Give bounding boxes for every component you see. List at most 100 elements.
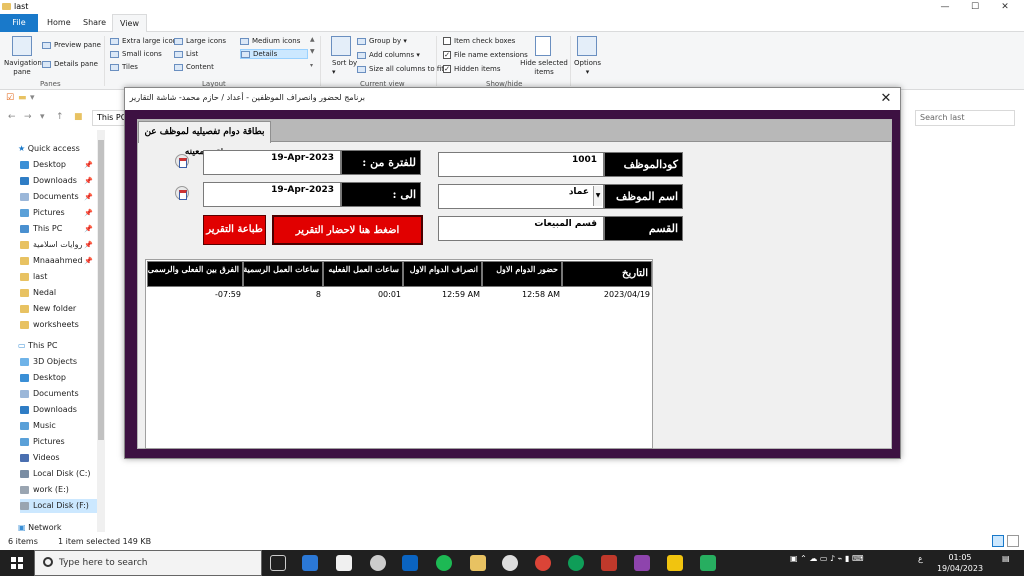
pin-icon[interactable]: 📌 bbox=[84, 158, 93, 172]
column-header-first-checkin[interactable]: حضور الدوام الاول bbox=[482, 261, 562, 287]
table-cell[interactable]: 00:01 bbox=[323, 290, 401, 302]
column-header-date[interactable]: التاريخ bbox=[562, 261, 652, 287]
start-button[interactable] bbox=[0, 550, 34, 576]
layout-content[interactable]: Content bbox=[174, 63, 214, 71]
hide-selected-button[interactable]: Hide selected items bbox=[520, 59, 568, 77]
layout-expand-icon[interactable]: ▾ bbox=[310, 62, 313, 69]
layout-tiles[interactable]: Tiles bbox=[110, 63, 138, 71]
nav-item-islamic-novels[interactable]: روايات اسلامية 📌 bbox=[20, 238, 97, 252]
quick-access-toolbar-icon[interactable]: ☑ bbox=[6, 93, 14, 103]
preview-pane-button[interactable]: Preview pane bbox=[42, 41, 101, 49]
employee-name-dropdown[interactable]: عماد bbox=[438, 184, 604, 209]
table-cell[interactable]: -07:59 bbox=[147, 290, 241, 302]
whatsapp-icon[interactable] bbox=[502, 555, 518, 571]
tab-home[interactable]: Home bbox=[40, 14, 78, 32]
attendance-grid[interactable]: التاريخ حضور الدوام الاول انصراف الدوام … bbox=[145, 259, 653, 449]
period-from-field[interactable]: 19-Apr-2023 bbox=[203, 150, 341, 175]
nav-quick-access[interactable]: ★ Quick access bbox=[18, 142, 80, 156]
item-check-boxes-toggle[interactable]: Item check boxes bbox=[443, 37, 515, 45]
mail-icon[interactable] bbox=[402, 555, 418, 571]
pin-icon[interactable]: 📌 bbox=[84, 206, 93, 220]
scrollbar-thumb[interactable] bbox=[98, 140, 104, 440]
dialog-close-button[interactable]: ✕ bbox=[878, 91, 894, 107]
edge-icon[interactable] bbox=[302, 555, 318, 571]
app-icon[interactable] bbox=[667, 555, 683, 571]
tab-view[interactable]: View bbox=[112, 14, 147, 32]
nav-item-pictures[interactable]: Pictures 📌 bbox=[20, 206, 97, 220]
tray-icons[interactable]: ▣ ⌃ ☁ ▭ ♪ ⌁ ▮ ⌨ bbox=[790, 554, 864, 563]
column-header-actual-hours[interactable]: ساعات العمل الفعليه bbox=[323, 261, 403, 287]
column-header-difference[interactable]: الفرق بين الفعلى والرسمى bbox=[147, 261, 243, 287]
nav-pc-videos[interactable]: Videos bbox=[20, 451, 97, 465]
layout-scroll-down-icon[interactable]: ▼ bbox=[310, 48, 315, 55]
visual-studio-icon[interactable] bbox=[634, 555, 650, 571]
nav-pc-3d-objects[interactable]: 3D Objects bbox=[20, 355, 97, 369]
calendar-icon[interactable] bbox=[175, 186, 189, 200]
settings-gear-icon[interactable] bbox=[370, 555, 386, 571]
nav-pc-local-disk-c[interactable]: Local Disk (C:) bbox=[20, 467, 97, 481]
nav-item-worksheets[interactable]: worksheets bbox=[20, 318, 97, 332]
pin-icon[interactable]: 📌 bbox=[84, 254, 93, 268]
calendar-icon[interactable] bbox=[175, 154, 189, 168]
notification-icon[interactable]: ▤ bbox=[1002, 554, 1010, 563]
forward-arrow-icon[interactable]: → bbox=[24, 112, 32, 122]
table-cell[interactable]: 12:58 AM bbox=[482, 290, 560, 302]
tab-file[interactable]: File bbox=[0, 14, 38, 32]
nav-item-this-pc[interactable]: This PC 📌 bbox=[20, 222, 97, 236]
nav-item-mnaaahmed[interactable]: Mnaaahmed 📌 bbox=[20, 254, 97, 268]
layout-large-icons[interactable]: Large icons bbox=[174, 37, 226, 45]
layout-small-icons[interactable]: Small icons bbox=[110, 50, 162, 58]
details-pane-button[interactable]: Details pane bbox=[42, 60, 98, 68]
table-cell[interactable]: 2023/04/19 bbox=[562, 290, 650, 302]
up-arrow-icon[interactable]: ↑ bbox=[56, 112, 64, 122]
nav-item-desktop[interactable]: Desktop 📌 bbox=[20, 158, 97, 172]
file-name-extensions-toggle[interactable]: ✓ File name extensions bbox=[443, 51, 528, 59]
show-report-button[interactable]: اضغط هنا لاحضار التقرير bbox=[272, 215, 423, 245]
options-button[interactable]: Options ▾ bbox=[574, 59, 601, 77]
nav-network[interactable]: ▣ Network bbox=[18, 521, 62, 535]
layout-medium-icons[interactable]: Medium icons bbox=[240, 37, 300, 45]
department-field[interactable]: قسم المبيعات bbox=[438, 216, 604, 241]
employee-code-field[interactable]: 1001 bbox=[438, 152, 604, 177]
sort-by-button[interactable]: Sort by ▾ bbox=[332, 59, 357, 77]
tab-share[interactable]: Share bbox=[76, 14, 113, 32]
nav-item-nedal[interactable]: Nedal bbox=[20, 286, 97, 300]
edge-dev-icon[interactable] bbox=[568, 555, 584, 571]
recent-locations-icon[interactable]: ▾ bbox=[40, 112, 45, 122]
nav-pc-pictures[interactable]: Pictures bbox=[20, 435, 97, 449]
hidden-items-toggle[interactable]: ✓ Hidden items bbox=[443, 65, 501, 73]
file-explorer-icon[interactable] bbox=[470, 555, 486, 571]
nav-pc-downloads[interactable]: Downloads bbox=[20, 403, 97, 417]
column-header-first-checkout[interactable]: انصراف الدوام الاول bbox=[403, 261, 482, 287]
nav-item-downloads[interactable]: Downloads 📌 bbox=[20, 174, 97, 188]
pin-icon[interactable]: 📌 bbox=[84, 190, 93, 204]
minimize-button[interactable]: — bbox=[930, 0, 960, 14]
powerpoint-icon[interactable] bbox=[601, 555, 617, 571]
search-input[interactable]: Search last bbox=[915, 110, 1015, 126]
close-button[interactable]: ✕ bbox=[990, 0, 1020, 14]
taskbar-search[interactable]: Type here to search bbox=[34, 550, 262, 576]
nav-pc-work-e[interactable]: work (E:) bbox=[20, 483, 97, 497]
table-cell[interactable]: 8 bbox=[243, 290, 321, 302]
nav-pane-scrollbar[interactable] bbox=[97, 130, 105, 532]
large-icons-view-icon[interactable] bbox=[1007, 535, 1019, 547]
chevron-down-icon[interactable]: ▼ bbox=[593, 186, 602, 206]
spotify-icon[interactable] bbox=[436, 555, 452, 571]
navigation-pane-button[interactable]: Navigation pane bbox=[4, 59, 42, 77]
maximize-button[interactable]: ☐ bbox=[960, 0, 990, 14]
store-icon[interactable] bbox=[336, 555, 352, 571]
nav-item-last[interactable]: last bbox=[20, 270, 97, 284]
task-view-icon[interactable] bbox=[270, 555, 286, 571]
input-language[interactable]: ع bbox=[918, 554, 923, 563]
nav-item-documents[interactable]: Documents 📌 bbox=[20, 190, 97, 204]
period-to-field[interactable]: 19-Apr-2023 bbox=[203, 182, 341, 207]
nav-pc-music[interactable]: Music bbox=[20, 419, 97, 433]
layout-details[interactable]: Details bbox=[240, 49, 308, 59]
nav-pc-local-disk-f[interactable]: Local Disk (F:) bbox=[20, 499, 97, 513]
group-by-button[interactable]: Group by ▾ bbox=[357, 37, 407, 45]
layout-extra-large-icons[interactable]: Extra large icons bbox=[110, 37, 181, 45]
chrome-icon[interactable] bbox=[535, 555, 551, 571]
details-view-icon[interactable] bbox=[992, 535, 1004, 547]
nav-pc-documents[interactable]: Documents bbox=[20, 387, 97, 401]
table-cell[interactable]: 12:59 AM bbox=[403, 290, 480, 302]
